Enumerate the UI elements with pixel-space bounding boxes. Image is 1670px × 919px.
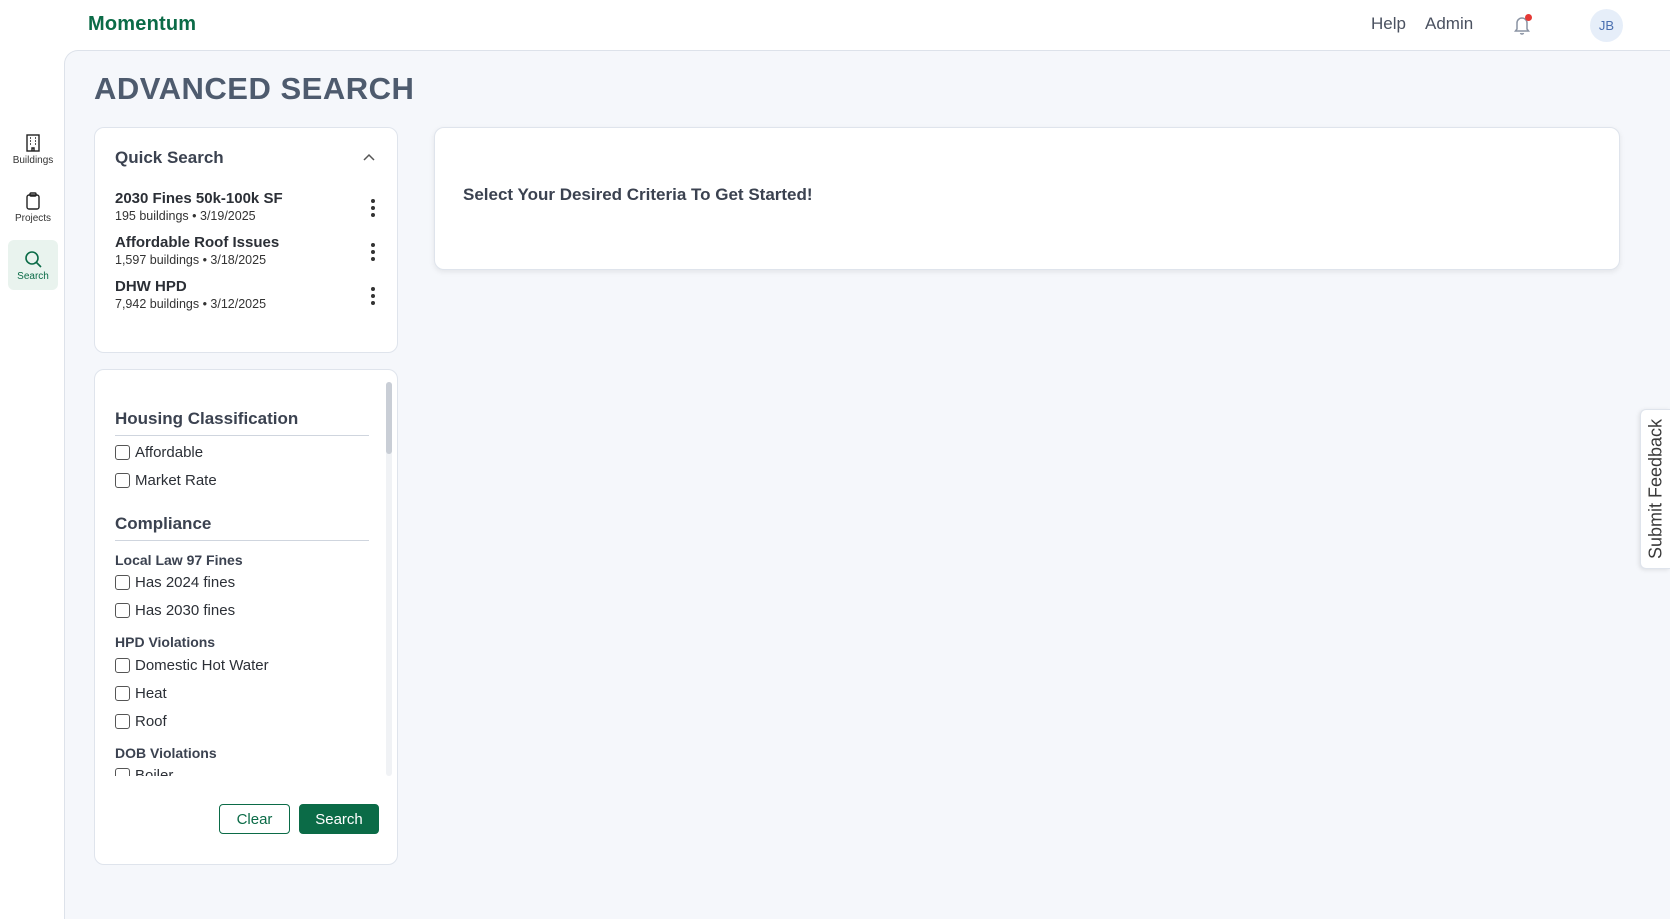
checkbox[interactable] (115, 714, 130, 729)
quick-search-item-meta: 7,942 buildings • 3/12/2025 (115, 297, 267, 311)
clear-button[interactable]: Clear (219, 804, 290, 834)
checkbox-has-2024-fines[interactable]: Has 2024 fines (115, 574, 235, 591)
section-title-housing: Housing Classification (115, 409, 369, 436)
brand-logo[interactable]: Momentum (88, 13, 196, 36)
checkbox-label: Heat (135, 685, 167, 702)
quick-search-item-name[interactable]: DHW HPD (115, 278, 385, 295)
chevron-up-icon[interactable] (361, 150, 377, 166)
checkbox-domestic-hot-water[interactable]: Domestic Hot Water (115, 657, 269, 674)
rail-label-projects: Projects (14, 212, 52, 224)
quick-search-item-meta: 195 buildings • 3/19/2025 (115, 209, 256, 223)
rail-label-search: Search (17, 270, 49, 282)
rail-item-search[interactable]: Search (8, 240, 58, 290)
checkbox[interactable] (115, 575, 130, 590)
results-card: Select Your Desired Criteria To Get Star… (434, 127, 1620, 270)
checkbox-boiler[interactable]: Boiler (115, 767, 173, 776)
submit-feedback-tab[interactable]: Submit Feedback (1640, 409, 1670, 569)
filter-card: Housing Classification Affordable Market… (94, 369, 398, 865)
checkbox-affordable[interactable]: Affordable (115, 444, 203, 461)
checkbox[interactable] (115, 473, 130, 488)
checkbox-label: Domestic Hot Water (135, 657, 269, 674)
building-icon (26, 133, 40, 152)
quick-search-item-meta: 1,597 buildings • 3/18/2025 (115, 253, 267, 267)
quick-search-item[interactable]: DHW HPD 7,942 buildings • 3/12/2025 (115, 278, 385, 316)
quick-search-item[interactable]: 2030 Fines 50k-100k SF 195 buildings • 3… (115, 190, 385, 228)
checkbox-heat[interactable]: Heat (115, 685, 167, 702)
subsection-title-ll97: Local Law 97 Fines (115, 552, 243, 568)
quick-search-title: Quick Search (115, 148, 224, 167)
page-title: ADVANCED SEARCH (94, 71, 415, 106)
checkbox[interactable] (115, 445, 130, 460)
checkbox-market-rate[interactable]: Market Rate (115, 472, 217, 489)
quick-search-item-name[interactable]: Affordable Roof Issues (115, 234, 385, 251)
checkbox[interactable] (115, 603, 130, 618)
checkbox-label: Roof (135, 713, 167, 730)
quick-search-item-name[interactable]: 2030 Fines 50k-100k SF (115, 190, 385, 207)
notifications-bell-icon[interactable] (1512, 14, 1532, 36)
main-content: ADVANCED SEARCH Quick Search 2030 Fines … (64, 50, 1670, 919)
admin-link[interactable]: Admin (1425, 14, 1473, 34)
checkbox-label: Affordable (135, 444, 204, 461)
checkbox-roof[interactable]: Roof (115, 713, 167, 730)
notification-dot (1525, 14, 1532, 21)
help-link[interactable]: Help (1371, 14, 1406, 34)
user-avatar[interactable]: JB (1590, 9, 1623, 42)
clipboard-icon (26, 191, 40, 210)
checkbox[interactable] (115, 658, 130, 673)
rail-label-buildings: Buildings (12, 154, 54, 166)
checkbox-has-2030-fines[interactable]: Has 2030 fines (115, 602, 235, 619)
top-bar: Momentum Help Admin JB (0, 0, 1670, 50)
quick-search-item[interactable]: Affordable Roof Issues 1,597 buildings •… (115, 234, 385, 272)
scrollbar-thumb[interactable] (386, 382, 392, 454)
checkbox-label: Has 2030 fines (135, 602, 236, 619)
checkbox-label: Market Rate (135, 472, 217, 489)
submit-feedback-label: Submit Feedback (1645, 418, 1665, 560)
rail-item-buildings[interactable]: Buildings (8, 124, 58, 174)
results-empty-message: Select Your Desired Criteria To Get Star… (463, 185, 813, 204)
section-title-compliance: Compliance (115, 514, 369, 541)
checkbox-label: Boiler (135, 767, 174, 776)
quick-search-card: Quick Search 2030 Fines 50k-100k SF 195 … (94, 127, 398, 353)
checkbox-label: Has 2024 fines (135, 574, 236, 591)
kebab-menu-icon[interactable] (361, 284, 385, 308)
kebab-menu-icon[interactable] (361, 240, 385, 264)
left-rail: Buildings Projects Search (0, 50, 64, 919)
subsection-title-dob: DOB Violations (115, 745, 217, 761)
search-icon (25, 250, 42, 268)
filter-scroll-area[interactable]: Housing Classification Affordable Market… (95, 382, 385, 776)
search-button[interactable]: Search (299, 804, 379, 834)
kebab-menu-icon[interactable] (361, 196, 385, 220)
subsection-title-hpd: HPD Violations (115, 634, 216, 650)
checkbox[interactable] (115, 686, 130, 701)
rail-item-projects[interactable]: Projects (8, 182, 58, 232)
checkbox[interactable] (115, 768, 130, 776)
